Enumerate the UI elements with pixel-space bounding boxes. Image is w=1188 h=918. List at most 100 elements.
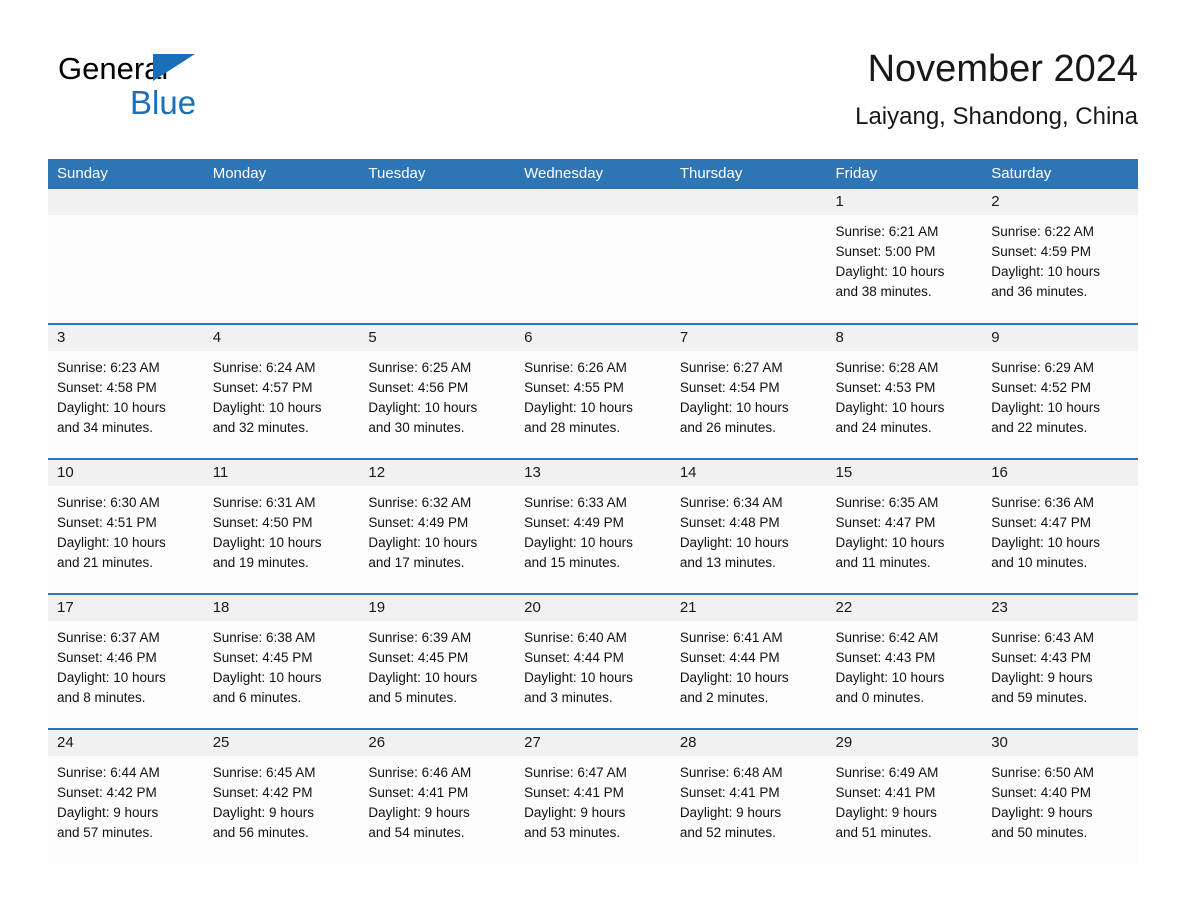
day-details: Sunrise: 6:34 AM Sunset: 4:48 PM Daylight:… — [670, 486, 827, 593]
calendar-day-cell[interactable]: 20 Sunrise: 6:40 AM Sunset: 4:44 PM Dayligh… — [515, 593, 671, 729]
sunrise-time: Sunrise: 6:50 AM — [991, 765, 1095, 780]
calendar-day-cell[interactable]: 7 Sunrise: 6:27 AM Sunset: 4:54 PM Daylight… — [670, 323, 827, 459]
calendar-day-cell[interactable]: 29 Sunrise: 6:49 AM Sunset: 4:41 PM Dayligh… — [826, 728, 983, 864]
calendar-day-cell[interactable]: 3 Sunrise: 6:23 AM Sunset: 4:58 PM Daylight… — [48, 323, 204, 459]
page-header: General Blue November 2024 Laiyang, Shan… — [48, 44, 1138, 148]
daylight-duration-line1: Daylight: 10 hours — [679, 535, 789, 550]
daylight-duration-line2: and 3 minutes. — [524, 690, 613, 705]
daylight-duration-line1: Daylight: 9 hours — [368, 805, 470, 820]
day-cell-inner: 18 Sunrise: 6:38 AM Sunset: 4:45 PM Dayligh… — [203, 595, 360, 728]
daylight-duration-line1: Daylight: 10 hours — [679, 670, 789, 685]
daylight-duration-line1: Daylight: 10 hours — [835, 400, 945, 415]
calendar-day-cell[interactable]: 30 Sunrise: 6:50 AM Sunset: 4:40 PM Dayligh… — [982, 728, 1138, 864]
sunset-time: Sunset: 4:43 PM — [991, 650, 1092, 665]
day-number: 22 — [826, 595, 983, 621]
calendar-day-cell[interactable]: 8 Sunrise: 6:28 AM Sunset: 4:53 PM Daylight… — [826, 323, 983, 459]
day-number: 17 — [48, 595, 204, 621]
daylight-duration-line2: and 30 minutes. — [368, 420, 465, 435]
sunset-time: Sunset: 4:50 PM — [212, 515, 313, 530]
calendar-day-cell[interactable]: 1 Sunrise: 6:21 AM Sunset: 5:00 PM Daylight… — [826, 189, 983, 324]
day-number: 9 — [982, 325, 1138, 351]
day-number: 20 — [515, 595, 671, 621]
day-cell-inner: 26 Sunrise: 6:46 AM Sunset: 4:41 PM Dayligh… — [359, 730, 516, 863]
calendar-day-cell[interactable]: 15 Sunrise: 6:35 AM Sunset: 4:47 PM Dayligh… — [826, 458, 983, 594]
day-details: Sunrise: 6:31 AM Sunset: 4:50 PM Daylight:… — [203, 486, 360, 593]
day-cell-inner: 6 Sunrise: 6:26 AM Sunset: 4:55 PM Daylight… — [515, 325, 671, 458]
day-cell-inner: 21 Sunrise: 6:41 AM Sunset: 4:44 PM Dayligh… — [670, 595, 827, 728]
day-number: 1 — [826, 189, 983, 215]
calendar-day-cell[interactable]: 28 Sunrise: 6:48 AM Sunset: 4:41 PM Dayligh… — [670, 728, 827, 864]
sunset-time: Sunset: 4:41 PM — [524, 785, 624, 800]
day-number: 8 — [826, 325, 983, 351]
daylight-duration-line1: Daylight: 10 hours — [679, 400, 789, 415]
daylight-duration-line1: Daylight: 10 hours — [524, 670, 633, 685]
calendar-day-cell[interactable]: 26 Sunrise: 6:46 AM Sunset: 4:41 PM Dayligh… — [359, 728, 516, 864]
day-cell-inner: 5 Sunrise: 6:25 AM Sunset: 4:56 PM Daylight… — [359, 325, 516, 458]
sunrise-time: Sunrise: 6:22 AM — [991, 224, 1095, 239]
calendar-day-cell[interactable]: 11 Sunrise: 6:31 AM Sunset: 4:50 PM Dayligh… — [203, 458, 360, 594]
calendar-day-cell — [670, 189, 827, 324]
sunrise-time: Sunrise: 6:49 AM — [835, 765, 939, 780]
day-details: Sunrise: 6:29 AM Sunset: 4:52 PM Daylight:… — [982, 351, 1138, 458]
calendar-day-cell — [359, 189, 516, 324]
calendar-day-cell[interactable]: 4 Sunrise: 6:24 AM Sunset: 4:57 PM Daylight… — [203, 323, 360, 459]
day-number: 3 — [48, 325, 204, 351]
day-cell-inner: 24 Sunrise: 6:44 AM Sunset: 4:42 PM Dayligh… — [48, 730, 204, 863]
calendar-day-cell[interactable]: 14 Sunrise: 6:34 AM Sunset: 4:48 PM Dayligh… — [670, 458, 827, 594]
daylight-duration-line2: and 24 minutes. — [835, 420, 932, 435]
day-cell-inner: 25 Sunrise: 6:45 AM Sunset: 4:42 PM Dayligh… — [203, 730, 360, 863]
calendar-week-row: 3 Sunrise: 6:23 AM Sunset: 4:58 PM Daylight… — [48, 323, 1138, 459]
daylight-duration-line2: and 15 minutes. — [524, 555, 621, 570]
day-number — [359, 189, 516, 215]
sunset-time: Sunset: 4:45 PM — [368, 650, 469, 665]
day-details — [203, 215, 360, 322]
calendar-day-cell[interactable]: 2 Sunrise: 6:22 AM Sunset: 4:59 PM Daylight… — [982, 189, 1138, 324]
sunrise-time: Sunrise: 6:26 AM — [524, 360, 627, 375]
day-details: Sunrise: 6:23 AM Sunset: 4:58 PM Daylight:… — [48, 351, 204, 458]
daylight-duration-line1: Daylight: 10 hours — [212, 400, 322, 415]
calendar-day-cell[interactable]: 9 Sunrise: 6:29 AM Sunset: 4:52 PM Daylight… — [982, 323, 1138, 459]
calendar-day-cell[interactable]: 17 Sunrise: 6:37 AM Sunset: 4:46 PM Dayligh… — [48, 593, 204, 729]
day-details — [515, 215, 671, 322]
day-number: 2 — [982, 189, 1138, 215]
daylight-duration-line1: Daylight: 10 hours — [368, 535, 478, 550]
title-block: November 2024 Laiyang, Shandong, China — [855, 44, 1138, 134]
calendar-day-cell[interactable]: 27 Sunrise: 6:47 AM Sunset: 4:41 PM Dayligh… — [515, 728, 671, 864]
daylight-duration-line1: Daylight: 10 hours — [835, 535, 945, 550]
day-number: 14 — [670, 460, 827, 486]
calendar-day-cell — [48, 189, 204, 324]
calendar-day-cell[interactable]: 13 Sunrise: 6:33 AM Sunset: 4:49 PM Dayligh… — [515, 458, 671, 594]
calendar-day-cell[interactable]: 6 Sunrise: 6:26 AM Sunset: 4:55 PM Daylight… — [515, 323, 671, 459]
sunrise-time: Sunrise: 6:45 AM — [212, 765, 316, 780]
daylight-duration-line2: and 21 minutes. — [57, 555, 154, 570]
calendar-day-cell[interactable]: 19 Sunrise: 6:39 AM Sunset: 4:45 PM Dayligh… — [359, 593, 516, 729]
general-blue-logo[interactable]: General Blue — [58, 52, 318, 132]
sunrise-time: Sunrise: 6:32 AM — [368, 495, 472, 510]
calendar-day-cell[interactable]: 18 Sunrise: 6:38 AM Sunset: 4:45 PM Dayligh… — [203, 593, 360, 729]
calendar-day-cell[interactable]: 5 Sunrise: 6:25 AM Sunset: 4:56 PM Daylight… — [359, 323, 516, 459]
weekday-header-tuesday: Tuesday — [359, 159, 516, 189]
day-details: Sunrise: 6:42 AM Sunset: 4:43 PM Daylight:… — [826, 621, 983, 728]
day-number: 29 — [826, 730, 983, 756]
calendar-day-cell[interactable]: 25 Sunrise: 6:45 AM Sunset: 4:42 PM Dayligh… — [203, 728, 360, 864]
day-details: Sunrise: 6:44 AM Sunset: 4:42 PM Daylight:… — [48, 756, 204, 863]
calendar-day-cell[interactable]: 10 Sunrise: 6:30 AM Sunset: 4:51 PM Dayligh… — [48, 458, 204, 594]
calendar-day-cell[interactable]: 16 Sunrise: 6:36 AM Sunset: 4:47 PM Dayligh… — [982, 458, 1138, 594]
calendar-day-cell[interactable]: 22 Sunrise: 6:42 AM Sunset: 4:43 PM Dayligh… — [826, 593, 983, 729]
calendar-day-cell[interactable]: 23 Sunrise: 6:43 AM Sunset: 4:43 PM Dayligh… — [982, 593, 1138, 729]
day-number: 27 — [515, 730, 671, 756]
weekday-header-monday: Monday — [203, 159, 360, 189]
daylight-duration-line2: and 13 minutes. — [679, 555, 776, 570]
calendar-day-cell[interactable]: 12 Sunrise: 6:32 AM Sunset: 4:49 PM Dayligh… — [359, 458, 516, 594]
day-details: Sunrise: 6:43 AM Sunset: 4:43 PM Daylight:… — [982, 621, 1138, 728]
sunrise-time: Sunrise: 6:30 AM — [57, 495, 160, 510]
calendar-day-cell[interactable]: 21 Sunrise: 6:41 AM Sunset: 4:44 PM Dayligh… — [670, 593, 827, 729]
page-title: November 2024 — [867, 48, 1138, 90]
sunrise-time: Sunrise: 6:44 AM — [57, 765, 160, 780]
sunset-time: Sunset: 4:41 PM — [368, 785, 469, 800]
calendar-day-cell[interactable]: 24 Sunrise: 6:44 AM Sunset: 4:42 PM Dayligh… — [48, 728, 204, 864]
day-cell-inner: 19 Sunrise: 6:39 AM Sunset: 4:45 PM Dayligh… — [359, 595, 516, 728]
day-details: Sunrise: 6:40 AM Sunset: 4:44 PM Daylight:… — [515, 621, 671, 728]
day-cell-inner: 27 Sunrise: 6:47 AM Sunset: 4:41 PM Dayligh… — [515, 730, 671, 863]
calendar-week-row: 17 Sunrise: 6:37 AM Sunset: 4:46 PM Dayligh… — [48, 593, 1138, 729]
